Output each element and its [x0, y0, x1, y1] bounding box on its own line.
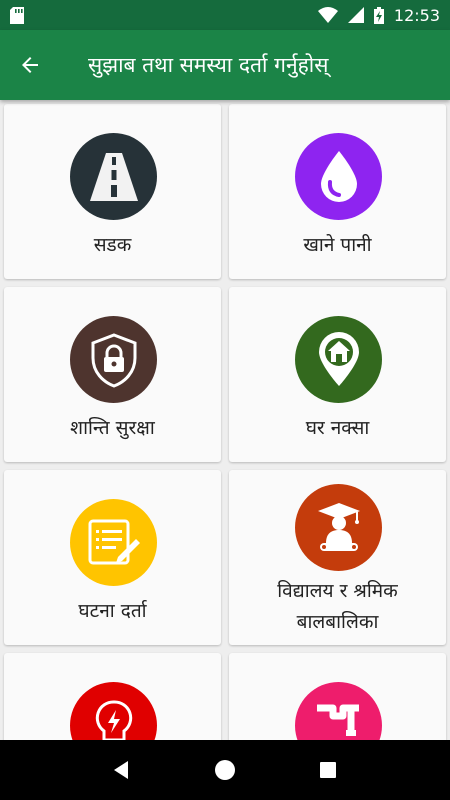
- home-location-icon-circle: [295, 316, 382, 403]
- category-card-electricity[interactable]: [4, 653, 221, 740]
- system-nav-bar: [0, 740, 450, 800]
- category-label: बालबालिका: [296, 611, 379, 633]
- road-icon: [89, 152, 138, 201]
- app-bar: सुझाब तथा समस्या दर्ता गर्नुहोस्: [0, 30, 450, 100]
- category-card-school[interactable]: विद्यालय र श्रमिक बालबालिका: [229, 470, 446, 645]
- category-card-pipe[interactable]: [229, 653, 446, 740]
- recents-square-icon: [320, 762, 337, 778]
- back-button[interactable]: [0, 30, 60, 100]
- category-label: सडक: [93, 234, 132, 256]
- water-drop-icon: [320, 150, 357, 202]
- cellular-signal-icon: [347, 7, 364, 23]
- category-label: घर नक्सा: [305, 417, 370, 439]
- wifi-icon: [317, 7, 338, 23]
- pipe-icon: [316, 704, 359, 736]
- water-drop-icon-circle: [295, 133, 382, 220]
- road-icon-circle: [70, 133, 157, 220]
- category-card-house-map[interactable]: घर नक्सा: [229, 287, 446, 462]
- nav-recents-button[interactable]: [308, 750, 348, 790]
- category-label: विद्यालय र श्रमिक: [277, 580, 398, 602]
- category-card-water[interactable]: खाने पानी: [229, 104, 446, 279]
- form-edit-icon-circle: [70, 499, 157, 586]
- category-card-incident[interactable]: घटना दर्ता: [4, 470, 221, 645]
- home-circle-icon: [214, 760, 235, 780]
- shield-lock-icon: [91, 332, 136, 388]
- category-label: शान्ति सुरक्षा: [70, 417, 155, 439]
- graduate-icon: [317, 502, 360, 551]
- shield-lock-icon-circle: [70, 316, 157, 403]
- category-label: घटना दर्ता: [78, 600, 147, 622]
- status-time: 12:53: [393, 5, 440, 25]
- lightbulb-bolt-icon-circle: [70, 682, 157, 740]
- status-bar: 12:53: [0, 0, 450, 30]
- battery-charging-icon: [373, 6, 384, 24]
- nav-home-button[interactable]: [205, 750, 245, 790]
- category-grid: सडक खाने पानी शान्ति सुरक्षा घर नक्सा घट…: [0, 100, 450, 740]
- pipe-icon-circle: [295, 682, 382, 740]
- category-card-road[interactable]: सडक: [4, 104, 221, 279]
- graduate-icon-circle: [295, 484, 382, 571]
- sd-card-icon: [10, 6, 24, 24]
- back-triangle-icon: [113, 761, 128, 779]
- page-title: सुझाब तथा समस्या दर्ता गर्नुहोस्: [88, 53, 329, 77]
- category-card-security[interactable]: शान्ति सुरक्षा: [4, 287, 221, 462]
- lightbulb-bolt-icon: [95, 699, 132, 740]
- nav-back-button[interactable]: [102, 750, 142, 790]
- category-label: खाने पानी: [303, 234, 372, 256]
- arrow-back-icon: [22, 57, 38, 73]
- form-edit-icon: [88, 519, 140, 564]
- home-location-icon: [318, 331, 359, 386]
